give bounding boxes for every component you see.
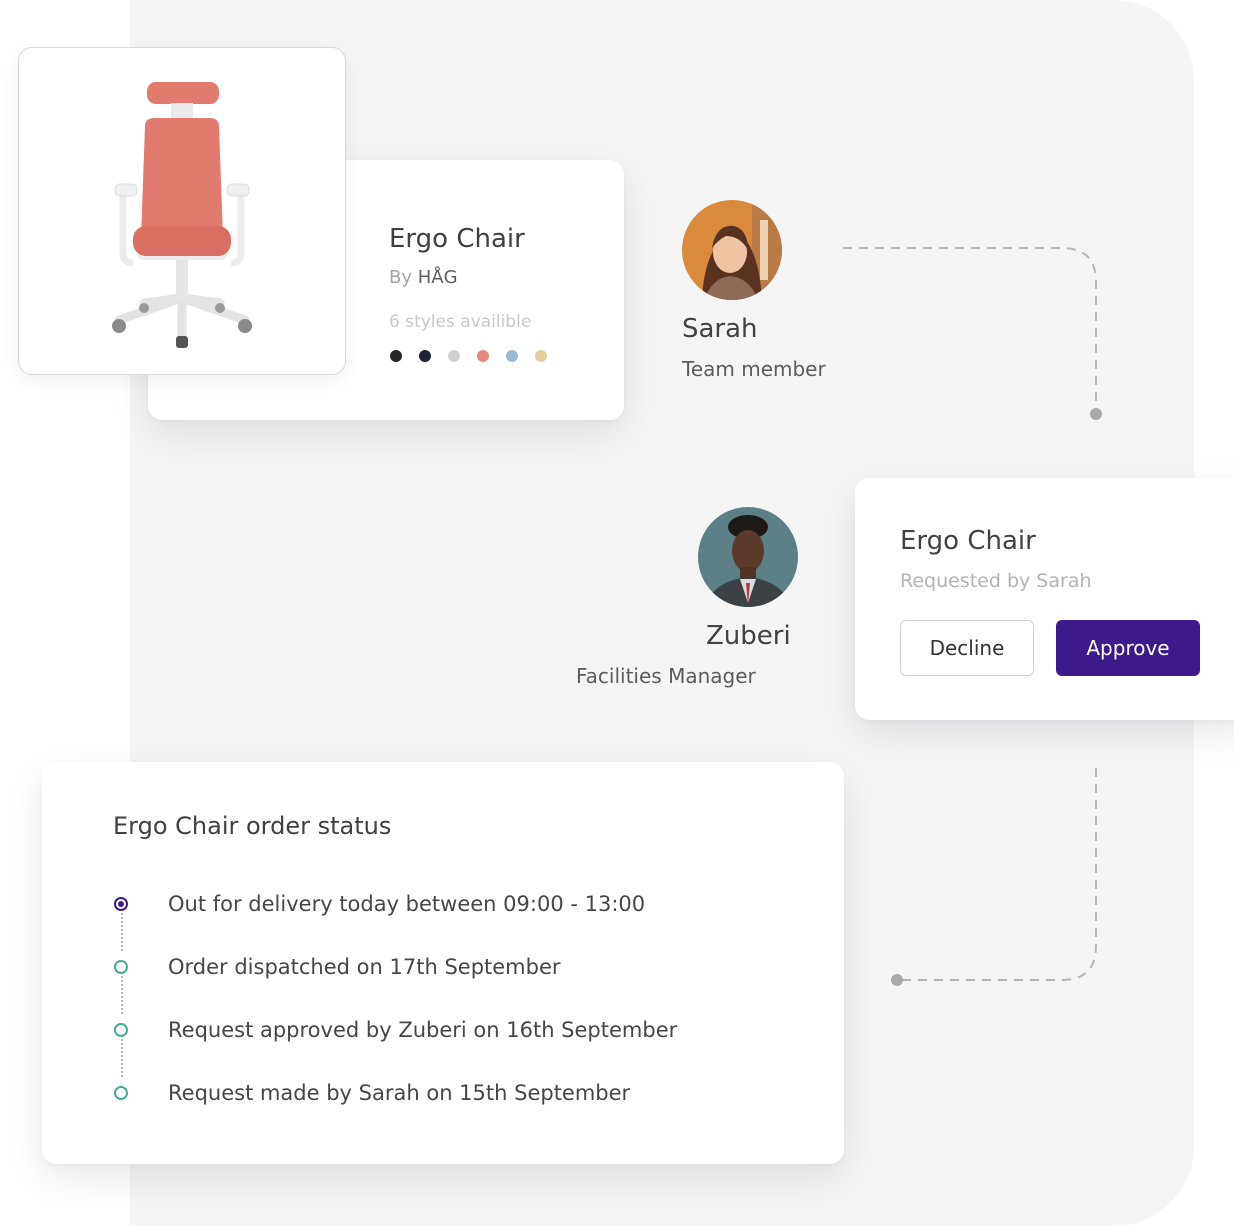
brand-name: HÅG (417, 267, 458, 288)
timeline-connector (121, 913, 123, 951)
status-complete-icon (114, 1086, 128, 1100)
timeline-step-text: Request approved by Zuberi on 16th Septe… (168, 1018, 678, 1042)
approval-title: Ergo Chair (900, 526, 1036, 556)
sarah-photo (682, 200, 782, 300)
order-status-title: Ergo Chair order status (113, 812, 392, 840)
color-swatch[interactable] (419, 350, 431, 362)
color-swatch[interactable] (390, 350, 402, 362)
styles-available: 6 styles availible (389, 312, 532, 332)
color-swatch[interactable] (506, 350, 518, 362)
color-swatches (390, 350, 547, 362)
timeline-step-text: Out for delivery today between 09:00 - 1… (168, 892, 646, 916)
brand-prefix: By (389, 267, 413, 288)
status-active-icon (114, 897, 128, 911)
status-complete-icon (114, 1023, 128, 1037)
color-swatch[interactable] (448, 350, 460, 362)
zuberi-photo (698, 507, 798, 607)
product-title: Ergo Chair (389, 224, 525, 254)
approver-role: Facilities Manager (576, 664, 756, 688)
requester-name: Sarah (682, 314, 758, 344)
timeline-step-text: Order dispatched on 17th September (168, 955, 561, 979)
requester-role: Team member (682, 357, 826, 381)
product-image-card[interactable] (18, 47, 346, 375)
timeline-connector (121, 1039, 123, 1077)
timeline-step-text: Request made by Sarah on 15th September (168, 1081, 631, 1105)
product-brand: By HÅG (389, 267, 458, 288)
approval-subtitle: Requested by Sarah (900, 570, 1092, 592)
color-swatch[interactable] (535, 350, 547, 362)
status-complete-icon (114, 960, 128, 974)
decline-button[interactable]: Decline (900, 620, 1034, 676)
approver-name: Zuberi (706, 621, 791, 651)
avatar-zuberi (698, 507, 798, 607)
timeline-connector (121, 976, 123, 1014)
approve-button[interactable]: Approve (1056, 620, 1200, 676)
color-swatch[interactable] (477, 350, 489, 362)
order-status-card: Ergo Chair order status Out for delivery… (42, 762, 844, 1164)
approval-card: Ergo Chair Requested by Sarah Decline Ap… (855, 478, 1234, 720)
chair-image (112, 82, 252, 348)
avatar-sarah (682, 200, 782, 300)
